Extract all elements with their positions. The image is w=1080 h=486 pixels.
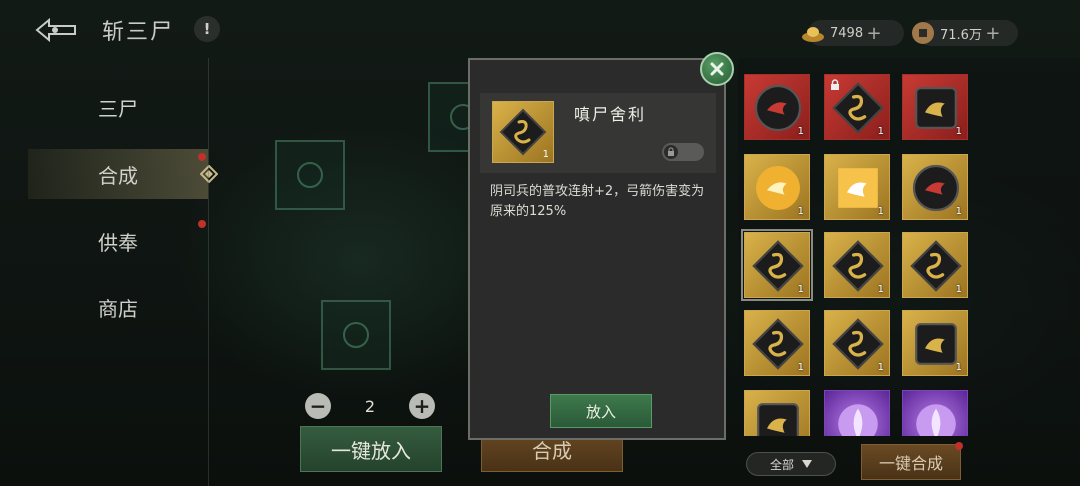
lock-toggle[interactable]	[662, 143, 704, 161]
filter-dropdown[interactable]: 全部	[746, 452, 836, 476]
item-name: 嗔尸舍利	[574, 105, 647, 124]
sidebar-divider	[208, 58, 209, 486]
increase-button[interactable]: +	[409, 393, 435, 419]
inventory-item[interactable]: 1	[902, 310, 968, 376]
gold-value: 7498	[830, 25, 864, 41]
decrease-button[interactable]: −	[305, 393, 331, 419]
item-count: 1	[877, 362, 884, 373]
help-button[interactable]: !	[194, 16, 220, 42]
notification-dot	[198, 153, 206, 161]
purple-flame-icon	[838, 404, 878, 436]
coin-value: 71.6万	[940, 27, 982, 43]
close-icon	[710, 62, 724, 76]
compose-all-button[interactable]: 一键合成	[861, 442, 963, 480]
item-header: 1 嗔尸舍利	[480, 93, 716, 173]
quantity-value: 2	[364, 396, 376, 416]
notification-dot	[198, 220, 206, 228]
inventory-item[interactable]: 1	[824, 310, 890, 376]
currency-coin: 71.6万 +	[912, 20, 1018, 46]
purple-flame-icon	[916, 404, 956, 436]
item-detail-modal: 1 嗔尸舍利 阴司兵的普攻连射+2，弓箭伤害变为原来的125% 放入	[468, 58, 726, 440]
inventory-item[interactable]	[824, 390, 890, 436]
notification-dot	[955, 442, 963, 450]
inventory-item[interactable]: 1	[741, 229, 813, 301]
put-all-button[interactable]: 一键放入	[300, 426, 442, 472]
item-count: 1	[877, 126, 884, 137]
inventory-item[interactable]: 1	[902, 74, 968, 140]
item-count: 1	[542, 149, 549, 160]
item-count: 1	[797, 284, 804, 295]
quantity-stepper: − 2 +	[305, 392, 435, 420]
item-count: 1	[955, 126, 962, 137]
inventory-item[interactable]: 1	[744, 154, 810, 220]
compose-slot[interactable]	[275, 140, 345, 210]
item-count: 1	[797, 362, 804, 373]
back-button[interactable]	[30, 14, 82, 46]
top-bar: 斩三尸 ! 7498 + 71.6万 +	[0, 0, 1080, 58]
copper-coin-icon	[912, 22, 934, 44]
sidebar-item-offering[interactable]: 供奉	[28, 216, 208, 266]
diamond-marker-icon	[200, 165, 218, 183]
item-count: 1	[955, 206, 962, 217]
lotus-emblem-icon	[297, 162, 323, 188]
sidebar: 三尸 合成 供奉 商店	[0, 58, 218, 486]
sidebar-item-label: 供奉	[98, 230, 138, 255]
item-count: 1	[877, 206, 884, 217]
lock-icon	[831, 79, 839, 90]
put-in-button[interactable]: 放入	[550, 394, 652, 428]
item-count: 1	[955, 284, 962, 295]
inventory-item[interactable]: 1	[902, 154, 968, 220]
sidebar-item-compose[interactable]: 合成	[28, 149, 218, 199]
filter-label: 全部	[769, 457, 794, 472]
sidebar-item-label: 合成	[98, 163, 138, 188]
item-description: 阴司兵的普攻连射+2，弓箭伤害变为原来的125%	[490, 184, 705, 219]
add-gold-button[interactable]: +	[863, 23, 885, 44]
compose-slot[interactable]	[321, 300, 391, 370]
bird-square-icon	[757, 403, 799, 436]
sidebar-item-label: 商店	[98, 296, 138, 321]
gold-ingot-icon	[802, 27, 824, 42]
back-arrow-icon	[35, 17, 76, 43]
item-count: 1	[955, 362, 962, 373]
sidebar-item-shop[interactable]: 商店	[28, 282, 208, 332]
item-count: 1	[797, 206, 804, 217]
inventory-item[interactable]: 1	[824, 74, 890, 140]
inventory-item[interactable]: 1	[824, 154, 890, 220]
inventory-item[interactable]	[744, 390, 810, 436]
item-count: 1	[877, 284, 884, 295]
inventory-item[interactable]: 1	[902, 232, 968, 298]
sidebar-item-sanshi[interactable]: 三尸	[28, 82, 208, 132]
inventory-item[interactable]	[902, 390, 968, 436]
close-button[interactable]	[700, 52, 734, 86]
page-title: 斩三尸	[102, 20, 175, 45]
inventory-item[interactable]: 1	[744, 74, 810, 140]
chevron-down-icon	[802, 460, 812, 468]
inventory-grid: 1 1 1 1 1 1 1 1 1 1 1 1	[738, 58, 1080, 436]
item-count: 1	[797, 126, 804, 137]
sidebar-item-label: 三尸	[98, 96, 138, 121]
lock-icon	[668, 147, 674, 156]
add-coin-button[interactable]: +	[982, 23, 1004, 44]
lotus-emblem-icon	[343, 322, 369, 348]
item-icon: 1	[492, 101, 554, 163]
inventory-item[interactable]: 1	[824, 232, 890, 298]
lock-knob	[664, 145, 678, 159]
inventory-item[interactable]: 1	[744, 310, 810, 376]
currency-gold: 7498 +	[802, 20, 904, 46]
compose-all-label: 一键合成	[878, 454, 943, 473]
